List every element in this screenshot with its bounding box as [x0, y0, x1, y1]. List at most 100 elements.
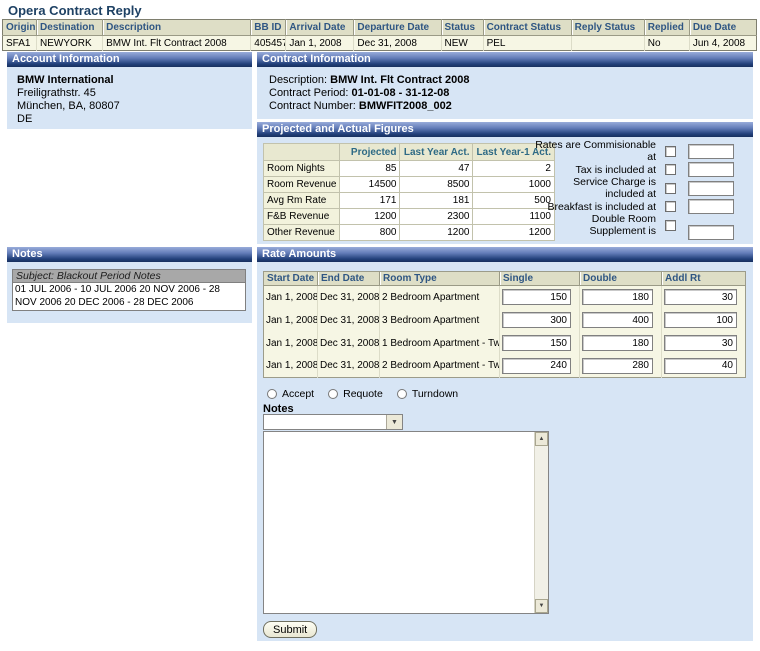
breakfast-checkbox[interactable]: [665, 201, 676, 212]
textarea-scrollbar[interactable]: ▲ ▼: [534, 432, 548, 613]
summary-header-row: Origin Destination Description BB ID Arr…: [3, 20, 757, 36]
rate-double-input[interactable]: [582, 289, 653, 305]
summary-data-row: SFA1 NEWYORK BMW Int. Flt Contract 2008 …: [3, 36, 757, 51]
radio-turndown[interactable]: Turndown: [397, 388, 458, 400]
rate-amounts-panel: Rate Amounts Start Date End Date Room Ty…: [257, 247, 753, 641]
figures-header-row: Projected Last Year Act. Last Year-1 Act…: [264, 144, 555, 161]
radio-requote-icon[interactable]: [328, 389, 338, 399]
service-charge-checkbox[interactable]: [665, 183, 676, 194]
reply-notes-textarea[interactable]: [264, 432, 534, 613]
contract-description-label: Description:: [269, 74, 327, 86]
rate-single-input[interactable]: [502, 312, 571, 328]
rate-single-input[interactable]: [502, 335, 571, 351]
rate-double-input[interactable]: [582, 335, 653, 351]
contract-period-row: Contract Period: 01-01-08 - 31-12-08: [269, 87, 753, 100]
contract-period-label: Contract Period:: [269, 87, 348, 99]
tax-value-input[interactable]: [688, 162, 734, 177]
col-arrival-date: Arrival Date: [286, 20, 354, 36]
rate-room-type: 2 Bedroom Apartment: [380, 286, 500, 309]
account-address-line3: DE: [17, 113, 252, 126]
rate-col-single: Single: [500, 272, 580, 286]
figures-row-fb-revenue: F&B Revenue 1200 2300 1100: [264, 209, 555, 225]
figures-value: 1200: [340, 209, 400, 225]
scroll-up-glyph: ▲: [539, 436, 545, 442]
breakfast-value-input[interactable]: [688, 199, 734, 214]
commissionable-checkbox[interactable]: [665, 146, 676, 157]
contract-period-value: 01-01-08 - 31-12-08: [352, 87, 450, 99]
contract-number-row: Contract Number: BMWFIT2008_002: [269, 100, 753, 113]
contract-information-panel: Contract Information Description: BMW In…: [257, 52, 753, 119]
reply-notes-textarea-wrap: ▲ ▼: [263, 431, 549, 614]
dropdown-arrow-icon[interactable]: ▼: [386, 415, 402, 429]
radio-requote[interactable]: Requote: [328, 388, 383, 400]
figures-col-blank: [264, 144, 340, 161]
rate-single-input[interactable]: [502, 289, 571, 305]
figures-value: 47: [400, 161, 473, 177]
reply-notes-select-value: [264, 415, 386, 429]
col-departure-date: Departure Date: [354, 20, 441, 36]
rate-room-type: 1 Bedroom Apartment - Twi: [380, 332, 500, 355]
rate-room-type: 2 Bedroom Apartment - Twi: [380, 355, 500, 378]
double-room-supplement-value-input[interactable]: [688, 225, 734, 240]
rate-double-input[interactable]: [582, 312, 653, 328]
blackout-note-box: Subject: Blackout Period Notes 01 JUL 20…: [12, 269, 246, 311]
figures-col-projected: Projected: [340, 144, 400, 161]
scroll-down-icon[interactable]: ▼: [535, 599, 548, 613]
cell-contract-status: PEL: [483, 36, 571, 51]
cell-origin: SFA1: [3, 36, 37, 51]
service-charge-value-input[interactable]: [688, 181, 734, 196]
figures-value: 171: [340, 193, 400, 209]
account-information-body: BMW International Freiligrathstr. 45 Mün…: [7, 67, 252, 129]
col-destination: Destination: [37, 20, 103, 36]
contract-description-value: BMW Int. Flt Contract 2008: [330, 74, 469, 86]
col-replied: Replied: [644, 20, 689, 36]
contract-number-value: BMWFIT2008_002: [359, 100, 452, 112]
rate-amounts-table: Start Date End Date Room Type Single Dou…: [263, 271, 746, 378]
col-description: Description: [103, 20, 251, 36]
radio-requote-label: Requote: [343, 388, 383, 400]
notes-panel-body: Subject: Blackout Period Notes 01 JUL 20…: [7, 262, 252, 323]
rate-double-input[interactable]: [582, 358, 653, 374]
scroll-up-icon[interactable]: ▲: [535, 432, 548, 446]
figures-value: 85: [340, 161, 400, 177]
option-label: Tax is included at: [535, 164, 665, 176]
rate-addl-input[interactable]: [664, 289, 737, 305]
contract-number-label: Contract Number:: [269, 100, 356, 112]
figures-value: 800: [340, 225, 400, 241]
reply-notes-select[interactable]: ▼: [263, 414, 403, 430]
col-contract-status: Contract Status: [483, 20, 571, 36]
radio-turndown-icon[interactable]: [397, 389, 407, 399]
cell-replied: No: [644, 36, 689, 51]
radio-accept[interactable]: Accept: [267, 388, 314, 400]
figures-col-last-year: Last Year Act.: [400, 144, 473, 161]
account-address-line2: München, BA, 80807: [17, 100, 252, 113]
option-label: Rates are Commisionable at: [535, 139, 665, 163]
radio-accept-icon[interactable]: [267, 389, 277, 399]
rate-addl-input[interactable]: [664, 312, 737, 328]
cell-status: NEW: [441, 36, 483, 51]
contract-description-row: Description: BMW Int. Flt Contract 2008: [269, 74, 753, 87]
scroll-down-glyph: ▼: [539, 603, 545, 609]
double-room-supplement-checkbox[interactable]: [665, 220, 676, 231]
account-information-header: Account Information: [7, 52, 252, 67]
tax-included-checkbox[interactable]: [665, 164, 676, 175]
commissionable-value-input[interactable]: [688, 144, 734, 159]
cell-bb-id: 405457: [251, 36, 286, 51]
rate-end-date: Dec 31, 2008: [318, 355, 380, 378]
figures-table: Projected Last Year Act. Last Year-1 Act…: [263, 143, 555, 241]
col-bb-id: BB ID: [251, 20, 286, 36]
rate-header-row: Start Date End Date Room Type Single Dou…: [264, 272, 746, 286]
rate-room-type: 3 Bedroom Apartment: [380, 309, 500, 332]
rate-single-input[interactable]: [502, 358, 571, 374]
rate-addl-input[interactable]: [664, 358, 737, 374]
dropdown-arrow-glyph: ▼: [391, 419, 398, 426]
submit-button[interactable]: Submit: [263, 621, 317, 638]
rate-addl-input[interactable]: [664, 335, 737, 351]
account-information-panel: Account Information BMW International Fr…: [7, 52, 252, 129]
rate-col-start-date: Start Date: [264, 272, 318, 286]
rate-col-double: Double: [580, 272, 662, 286]
rate-amounts-body: Start Date End Date Room Type Single Dou…: [257, 262, 753, 641]
figures-options: Rates are Commisionable at Tax is includ…: [535, 143, 749, 236]
col-due-date: Due Date: [689, 20, 756, 36]
cell-due-date: Jun 4, 2008: [689, 36, 756, 51]
